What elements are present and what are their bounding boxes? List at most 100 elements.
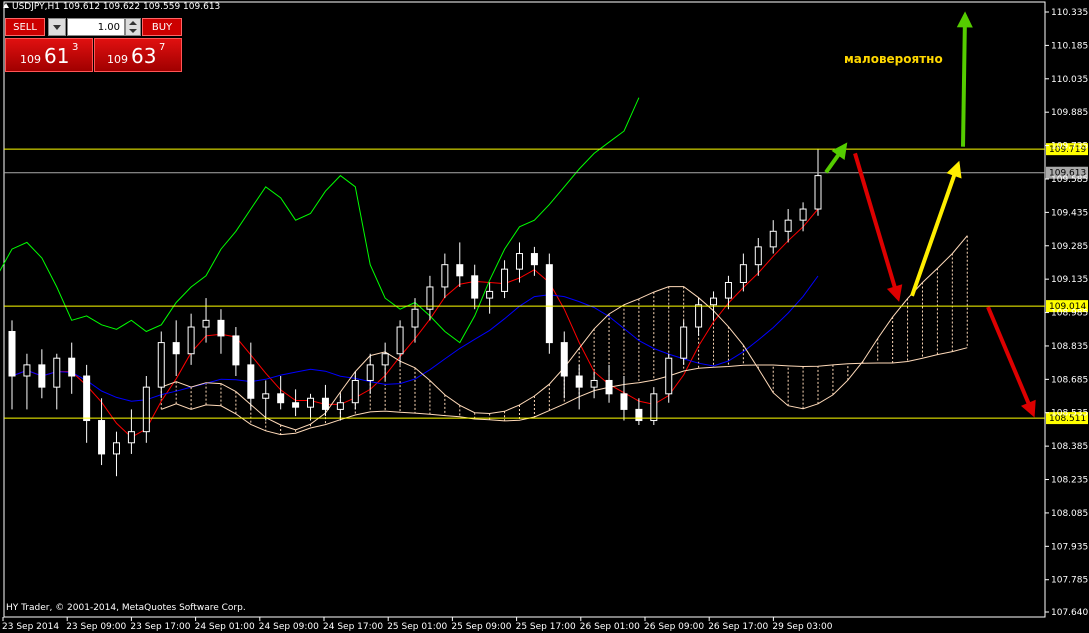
buy-price-box[interactable]: 109 63 7 [94,38,182,72]
candle-body [217,319,225,337]
buy-button[interactable]: BUY [142,18,182,36]
arrow-down-to-low-shaft [986,306,1035,415]
time-axis: 23 Sep 2014 23 Sep 09:00 23 Sep 17:00 24 Se… [2,617,833,632]
candle-body [635,408,643,422]
x-tick-label: 25 Sep 17:00 [516,622,576,632]
buy-price-sup: 7 [159,42,166,53]
candle-body [381,353,389,366]
one-click-trade-panel: SELL 1.00 BUY 109 61 3 109 63 7 [5,18,182,72]
candle-body [292,402,300,408]
candle-body [172,342,180,355]
arrow-up-to-resistance-shaft [910,163,960,297]
x-tick-label: 26 Sep 01:00 [580,622,640,632]
plot-border [3,1,1046,618]
x-tick-label: 25 Sep 09:00 [451,622,511,632]
candle-body [814,175,822,210]
candle-body [262,393,270,399]
y-tick-label: 108.985 [1051,309,1088,319]
lot-stepper-icon[interactable] [125,18,141,36]
arrow-up-unlikely-shaft [961,15,967,147]
collapse-triangle-icon[interactable] [3,3,9,8]
buy-price-big: 63 [131,44,157,68]
y-tick-label: 108.085 [1051,509,1088,519]
candle-body [590,379,598,388]
candle-body [680,326,688,359]
y-tick-label: 110.185 [1051,41,1088,51]
price-axis: 110.335 110.185 110.035 109.885 109.735 109.5… [1045,8,1088,618]
candle-body [142,386,150,433]
candle-body [754,246,762,266]
sell-price-box[interactable]: 109 61 3 [5,38,93,72]
x-tick-label: 26 Sep 09:00 [644,622,704,632]
candle-body [799,208,807,221]
y-tick-label: 109.735 [1051,142,1088,152]
annotation-text: маловероятно [844,52,943,66]
candle-body [366,364,374,381]
candle-body [98,420,106,455]
candlestick-series [8,148,822,477]
y-tick-label: 109.135 [1051,275,1088,285]
candle-body [530,253,538,266]
x-tick-label: 29 Sep 03:00 [772,622,832,632]
lot-size-input[interactable]: 1.00 [67,18,125,36]
arrow-down-to-support-head [886,284,903,302]
candle-body [321,397,329,410]
candle-body [336,402,344,410]
candle-body [277,393,285,404]
candle-body [710,297,718,306]
y-tick-label: 110.035 [1051,75,1088,85]
y-tick-label: 108.835 [1051,342,1088,352]
candle-body [575,375,583,388]
candle-body [8,330,16,377]
candle-body [695,304,703,328]
candle-body [650,393,658,422]
y-tick-label: 107.785 [1051,576,1088,586]
copyright-text: HY Trader, © 2001-2014, MetaQuotes Softw… [6,603,246,613]
y-tick-label: 108.685 [1051,375,1088,385]
candle-body [351,379,359,404]
chikou-line [0,97,640,344]
candle-body [724,282,732,299]
candle-body [157,342,165,388]
y-tick-label: 108.385 [1051,442,1088,452]
candle-body [739,264,747,284]
sell-price-prefix: 109 [20,53,41,66]
sell-price-big: 61 [44,44,70,68]
y-tick-label: 108.535 [1051,409,1088,419]
candle-body [187,326,195,355]
indicator-lines [0,97,968,438]
x-tick-label: 23 Sep 09:00 [66,622,126,632]
y-tick-label: 109.885 [1051,108,1088,118]
x-tick-label: 26 Sep 17:00 [708,622,768,632]
candle-body [620,393,628,410]
arrow-up-unlikely-head [956,11,973,28]
x-tick-label: 24 Sep 17:00 [323,622,383,632]
y-tick-label: 108.235 [1051,476,1088,486]
candle-body [83,375,91,422]
y-tick-label: 109.285 [1051,242,1088,252]
price-chart[interactable]: 109.719109.613109.014108.511 110.335110.… [0,0,1089,633]
candle-body [515,253,523,270]
sell-price-sup: 3 [72,42,79,53]
sell-button[interactable]: SELL [5,18,45,36]
arrow-up-small-head [831,142,848,160]
chart-frame [3,1,1046,618]
candle-body [396,326,404,355]
y-tick-label: 110.335 [1051,8,1088,18]
candle-body [68,357,76,377]
candle-body [456,264,464,277]
x-tick-label: 24 Sep 01:00 [195,622,255,632]
candle-body [665,357,673,395]
y-tick-label: 109.435 [1051,208,1088,218]
candle-body [112,442,120,455]
x-tick-label: 23 Sep 2014 [2,622,59,632]
x-tick-label: 24 Sep 09:00 [259,622,319,632]
candle-body [127,431,135,444]
candle-body [501,268,509,292]
lot-dropdown-icon[interactable] [48,18,66,36]
candle-body [784,219,792,232]
y-tick-label: 107.935 [1051,542,1088,552]
buy-price-prefix: 109 [107,53,128,66]
x-tick-label: 25 Sep 01:00 [387,622,447,632]
candle-body [486,290,494,299]
